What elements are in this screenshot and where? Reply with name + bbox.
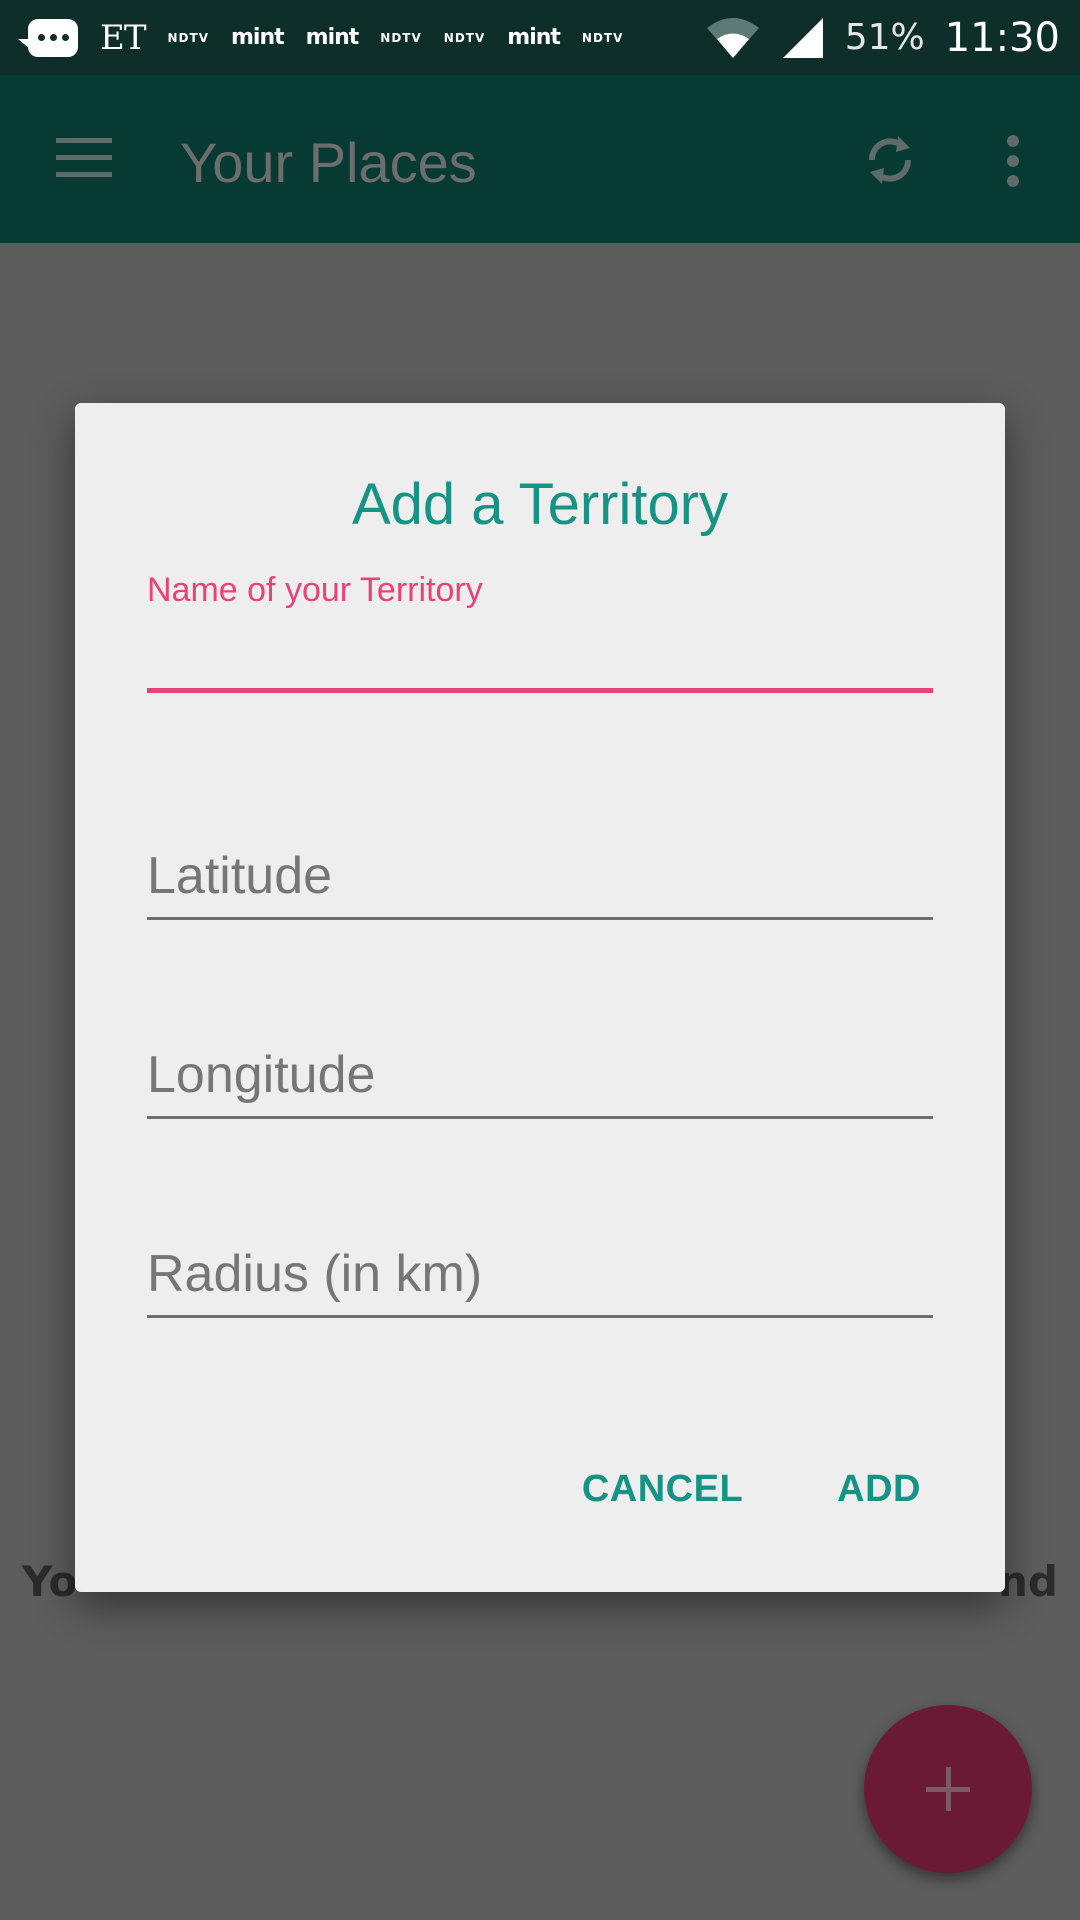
territory-name-input[interactable] — [147, 610, 933, 688]
chat-bubble-icon — [18, 18, 78, 57]
status-bar: ET NDTV mint mint NDTV NDTV mint NDTV 51… — [0, 0, 1080, 75]
clock: 11:30 — [944, 14, 1060, 61]
notification-source-mint: mint — [230, 25, 285, 50]
input-underline — [147, 1116, 933, 1119]
dialog-actions: CANCEL ADD — [582, 1468, 921, 1511]
add-button[interactable]: ADD — [837, 1468, 921, 1511]
notification-source-ndtv: NDTV — [380, 30, 422, 45]
add-territory-dialog: Add a Territory Name of your Territory C… — [75, 403, 1005, 1592]
wifi-icon — [706, 17, 759, 58]
input-underline — [147, 688, 933, 693]
latitude-input[interactable] — [147, 835, 933, 917]
longitude-input[interactable] — [147, 1034, 933, 1116]
territory-name-label: Name of your Territory — [147, 571, 483, 609]
add-place-fab[interactable] — [864, 1705, 1032, 1873]
territory-name-field: Name of your Territory — [147, 571, 933, 693]
dialog-title: Add a Territory — [351, 472, 729, 537]
plus-icon — [926, 1767, 970, 1811]
latitude-field — [147, 835, 933, 920]
refresh-icon[interactable] — [862, 130, 918, 190]
overflow-menu-icon[interactable] — [1003, 135, 1023, 187]
radius-field — [147, 1233, 933, 1318]
cancel-button[interactable]: CANCEL — [582, 1468, 743, 1511]
input-underline — [147, 917, 933, 920]
notification-source-mint: mint — [305, 25, 360, 50]
page-title: Your Places — [180, 131, 477, 194]
notification-source-ndtv: NDTV — [581, 30, 624, 45]
screen: ET NDTV mint mint NDTV NDTV mint NDTV 51… — [0, 0, 1080, 1920]
input-underline — [147, 1315, 933, 1318]
empty-state-text-right: nd — [998, 1557, 1058, 1606]
battery-percent: 51% — [844, 17, 925, 58]
notification-source-et: ET — [100, 17, 146, 58]
notification-source-mint: mint — [507, 25, 561, 50]
notification-source-ndtv: NDTV — [167, 30, 209, 45]
cell-signal-icon — [782, 17, 823, 58]
longitude-field — [147, 1034, 933, 1119]
menu-icon[interactable] — [56, 138, 112, 178]
app-bar: Your Places — [0, 75, 1080, 243]
empty-state-text-left: Yo — [22, 1557, 78, 1606]
notification-source-ndtv: NDTV — [443, 30, 486, 45]
radius-input[interactable] — [147, 1233, 933, 1315]
